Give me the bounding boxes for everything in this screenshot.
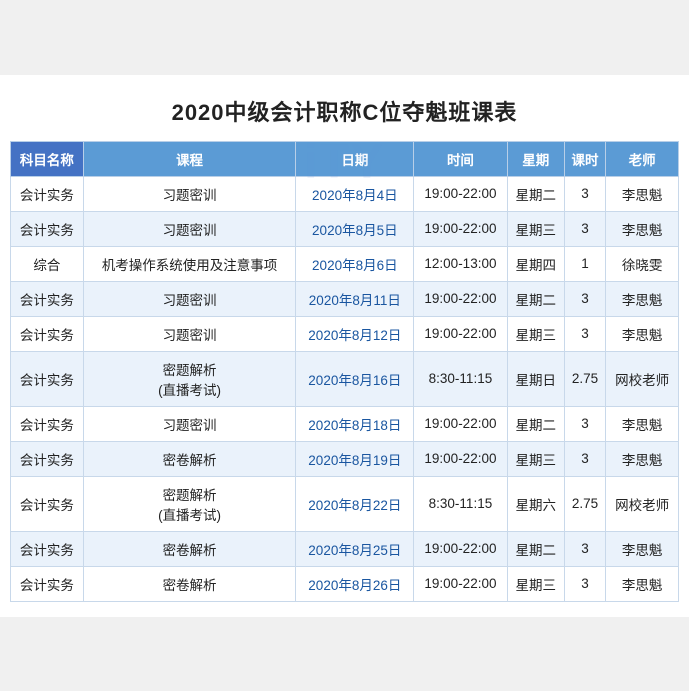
cell-course: 密题解析 (直播考试) — [83, 351, 296, 406]
cell-hours: 3 — [564, 176, 606, 211]
table-row: 会计实务密卷解析2020年8月19日19:00-22:00星期三3李思魁 — [11, 441, 679, 476]
cell-time: 19:00-22:00 — [414, 316, 508, 351]
cell-weekday: 星期四 — [507, 246, 564, 281]
cell-date: 2020年8月18日 — [296, 406, 414, 441]
cell-hours: 3 — [564, 316, 606, 351]
cell-subject: 会计实务 — [11, 316, 84, 351]
cell-date: 2020年8月5日 — [296, 211, 414, 246]
cell-weekday: 星期三 — [507, 316, 564, 351]
cell-time: 19:00-22:00 — [414, 441, 508, 476]
cell-weekday: 星期三 — [507, 211, 564, 246]
table-row: 会计实务习题密训2020年8月11日19:00-22:00星期二3李思魁 — [11, 281, 679, 316]
cell-subject: 会计实务 — [11, 476, 84, 531]
cell-time: 19:00-22:00 — [414, 281, 508, 316]
cell-teacher: 网校老师 — [606, 351, 679, 406]
cell-teacher: 李思魁 — [606, 406, 679, 441]
cell-hours: 2.75 — [564, 351, 606, 406]
col-header-5: 课时 — [564, 141, 606, 176]
cell-time: 19:00-22:00 — [414, 406, 508, 441]
cell-date: 2020年8月16日 — [296, 351, 414, 406]
cell-teacher: 网校老师 — [606, 476, 679, 531]
cell-hours: 3 — [564, 531, 606, 566]
col-header-0: 科目名称 — [11, 141, 84, 176]
cell-date: 2020年8月12日 — [296, 316, 414, 351]
cell-teacher: 李思魁 — [606, 531, 679, 566]
cell-subject: 会计实务 — [11, 281, 84, 316]
cell-subject: 会计实务 — [11, 441, 84, 476]
table-row: 综合机考操作系统使用及注意事项2020年8月6日12:00-13:00星期四1徐… — [11, 246, 679, 281]
cell-course: 习题密训 — [83, 281, 296, 316]
cell-teacher: 李思魁 — [606, 176, 679, 211]
cell-weekday: 星期二 — [507, 176, 564, 211]
cell-teacher: 李思魁 — [606, 211, 679, 246]
col-header-3: 时间 — [414, 141, 508, 176]
cell-teacher: 李思魁 — [606, 316, 679, 351]
cell-weekday: 星期六 — [507, 476, 564, 531]
cell-date: 2020年8月25日 — [296, 531, 414, 566]
cell-course: 习题密训 — [83, 406, 296, 441]
cell-weekday: 星期三 — [507, 441, 564, 476]
cell-time: 8:30-11:15 — [414, 351, 508, 406]
cell-time: 19:00-22:00 — [414, 211, 508, 246]
table-row: 会计实务密卷解析2020年8月26日19:00-22:00星期三3李思魁 — [11, 566, 679, 601]
col-header-2: 日期 — [296, 141, 414, 176]
cell-teacher: 李思魁 — [606, 441, 679, 476]
cell-hours: 1 — [564, 246, 606, 281]
cell-subject: 会计实务 — [11, 531, 84, 566]
table-row: 会计实务密题解析 (直播考试)2020年8月16日8:30-11:15星期日2.… — [11, 351, 679, 406]
table-row: 会计实务密卷解析2020年8月25日19:00-22:00星期二3李思魁 — [11, 531, 679, 566]
cell-weekday: 星期二 — [507, 531, 564, 566]
cell-teacher: 李思魁 — [606, 281, 679, 316]
cell-date: 2020年8月22日 — [296, 476, 414, 531]
page-title: 2020中级会计职称C位夺魁班课表 — [10, 85, 679, 141]
cell-weekday: 星期二 — [507, 406, 564, 441]
cell-date: 2020年8月26日 — [296, 566, 414, 601]
cell-time: 19:00-22:00 — [414, 176, 508, 211]
cell-weekday: 星期二 — [507, 281, 564, 316]
table-row: 会计实务习题密训2020年8月18日19:00-22:00星期二3李思魁 — [11, 406, 679, 441]
cell-subject: 会计实务 — [11, 176, 84, 211]
cell-course: 习题密训 — [83, 176, 296, 211]
cell-time: 19:00-22:00 — [414, 531, 508, 566]
cell-time: 8:30-11:15 — [414, 476, 508, 531]
col-header-1: 课程 — [83, 141, 296, 176]
table-row: 会计实务习题密训2020年8月4日19:00-22:00星期二3李思魁 — [11, 176, 679, 211]
cell-date: 2020年8月4日 — [296, 176, 414, 211]
cell-time: 19:00-22:00 — [414, 566, 508, 601]
col-header-4: 星期 — [507, 141, 564, 176]
cell-course: 习题密训 — [83, 211, 296, 246]
table-row: 会计实务密题解析 (直播考试)2020年8月22日8:30-11:15星期六2.… — [11, 476, 679, 531]
cell-subject: 会计实务 — [11, 211, 84, 246]
cell-teacher: 徐晓雯 — [606, 246, 679, 281]
cell-weekday: 星期三 — [507, 566, 564, 601]
cell-hours: 3 — [564, 406, 606, 441]
cell-time: 12:00-13:00 — [414, 246, 508, 281]
cell-hours: 3 — [564, 211, 606, 246]
schedule-table: 科目名称课程日期时间星期课时老师 会计实务习题密训2020年8月4日19:00-… — [10, 141, 679, 602]
cell-subject: 综合 — [11, 246, 84, 281]
main-container: iTY 2020中级会计职称C位夺魁班课表 科目名称课程日期时间星期课时老师 会… — [0, 75, 689, 617]
table-row: 会计实务习题密训2020年8月12日19:00-22:00星期三3李思魁 — [11, 316, 679, 351]
cell-date: 2020年8月19日 — [296, 441, 414, 476]
cell-hours: 3 — [564, 441, 606, 476]
cell-course: 密卷解析 — [83, 531, 296, 566]
cell-course: 密卷解析 — [83, 441, 296, 476]
cell-course: 密题解析 (直播考试) — [83, 476, 296, 531]
cell-hours: 3 — [564, 281, 606, 316]
table-header-row: 科目名称课程日期时间星期课时老师 — [11, 141, 679, 176]
cell-date: 2020年8月11日 — [296, 281, 414, 316]
cell-course: 机考操作系统使用及注意事项 — [83, 246, 296, 281]
cell-course: 密卷解析 — [83, 566, 296, 601]
cell-hours: 2.75 — [564, 476, 606, 531]
cell-subject: 会计实务 — [11, 566, 84, 601]
cell-subject: 会计实务 — [11, 351, 84, 406]
cell-hours: 3 — [564, 566, 606, 601]
table-row: 会计实务习题密训2020年8月5日19:00-22:00星期三3李思魁 — [11, 211, 679, 246]
cell-weekday: 星期日 — [507, 351, 564, 406]
cell-course: 习题密训 — [83, 316, 296, 351]
col-header-6: 老师 — [606, 141, 679, 176]
cell-subject: 会计实务 — [11, 406, 84, 441]
cell-teacher: 李思魁 — [606, 566, 679, 601]
cell-date: 2020年8月6日 — [296, 246, 414, 281]
